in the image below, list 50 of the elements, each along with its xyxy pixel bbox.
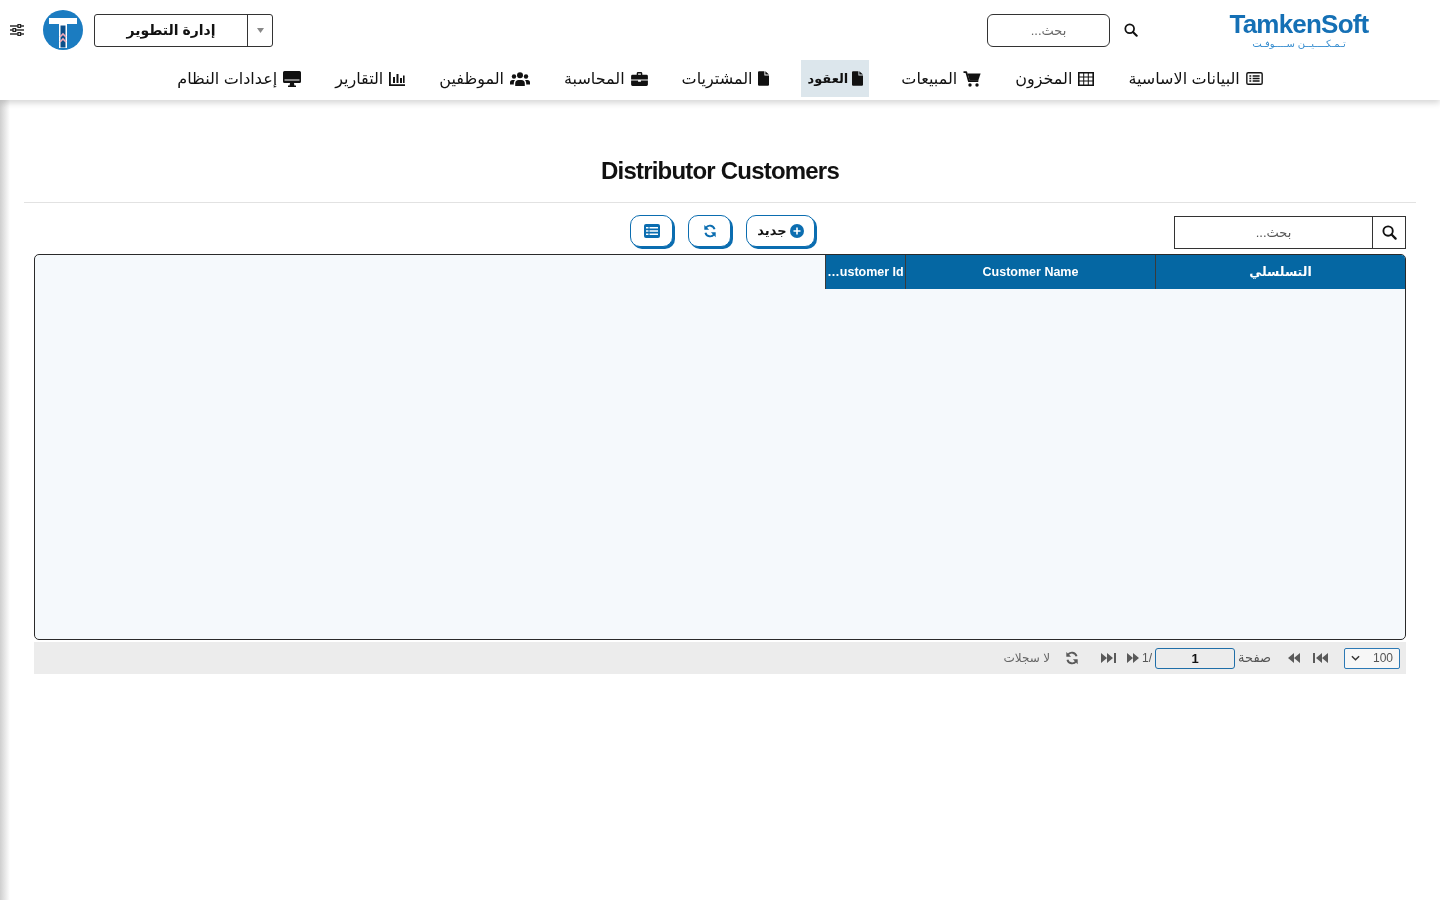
column-header[interactable]: Customer Name — [905, 255, 1155, 289]
skip-last-icon[interactable] — [1101, 653, 1116, 663]
page-title: Distributor Customers — [601, 157, 839, 185]
nav-item[interactable]: التقارير — [333, 60, 408, 97]
page-count: 1/ — [1142, 650, 1152, 667]
refresh-icon — [702, 224, 717, 238]
settings-sliders-icon[interactable] — [10, 24, 24, 36]
list-icon — [1245, 72, 1263, 85]
double-arrow-left-icon[interactable] — [1287, 653, 1301, 663]
nav-item[interactable]: المبيعات — [899, 60, 984, 97]
column-header[interactable]: التسلسلي — [1155, 255, 1405, 289]
cart-icon — [963, 70, 982, 87]
records-status: لا سجلات — [1003, 650, 1050, 667]
logo-emblem-icon — [43, 10, 83, 50]
skip-first-icon[interactable] — [1313, 653, 1328, 663]
logo-tagline: تـمـكــــيــن ســــوفـت — [1252, 38, 1346, 50]
list-view-button[interactable] — [630, 215, 673, 247]
page-label: صفحة — [1238, 649, 1271, 668]
search-field[interactable]: بحث... — [987, 13, 1110, 47]
nav-item[interactable]: المحاسبة — [562, 60, 650, 97]
department-select[interactable]: إدارة التطوير — [94, 13, 273, 47]
refresh-icon[interactable] — [1065, 651, 1079, 665]
plus-circle-icon — [789, 224, 804, 238]
search-icon — [1381, 225, 1397, 240]
file-icon — [758, 71, 770, 86]
logo-wordmark: TamkenSoft — [1229, 10, 1369, 38]
column-header[interactable]: …ustomer Id — [825, 255, 905, 289]
chevron-down-icon — [1351, 655, 1360, 661]
nav-item[interactable]: إعدادات النظام — [175, 60, 304, 97]
page-size-select[interactable]: 100 — [1344, 647, 1400, 669]
caret-icon — [256, 27, 264, 33]
page-number-field[interactable]: 1 — [1155, 647, 1235, 669]
monitor-icon — [283, 70, 302, 87]
list-icon — [643, 224, 660, 238]
new-button[interactable]: جديد — [746, 215, 815, 247]
bar-chart-icon — [389, 71, 406, 86]
nav-item[interactable]: البيانات الاساسية — [1126, 60, 1265, 97]
double-arrow-right-icon[interactable] — [1126, 653, 1140, 663]
briefcase-icon — [630, 71, 648, 86]
nav-item[interactable]: العقود — [801, 60, 870, 97]
search-field[interactable]: بحث... — [1174, 216, 1373, 249]
search-button[interactable] — [1372, 216, 1406, 249]
refresh-button[interactable] — [688, 215, 731, 247]
grid-icon — [1078, 71, 1095, 86]
search-icon[interactable] — [1124, 23, 1138, 37]
nav-item[interactable]: المشتريات — [679, 60, 772, 97]
nav-item[interactable]: الموظفين — [437, 60, 532, 97]
file-icon — [852, 71, 864, 86]
nav-item[interactable]: المخزون — [1013, 60, 1097, 97]
users-icon — [510, 71, 530, 86]
